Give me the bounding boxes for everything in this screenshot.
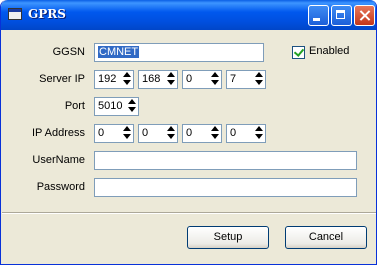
gprs-dialog: GPRS GGSN CMNET Enabled Server IP 192 16…	[0, 0, 377, 265]
ggsn-label: GGSN	[52, 46, 85, 58]
title-bar[interactable]: GPRS	[1, 0, 376, 30]
server-ip-octet-2: 168	[142, 73, 161, 85]
spin-arrows-icon[interactable]	[166, 72, 176, 87]
port-spinner[interactable]: 5010	[94, 97, 139, 116]
separator	[2, 212, 376, 214]
spin-arrows-icon[interactable]	[166, 126, 176, 141]
password-label: Password	[36, 181, 85, 193]
username-label: UserName	[32, 154, 85, 166]
ggsn-value: CMNET	[98, 46, 140, 58]
window-title: GPRS	[28, 7, 66, 21]
minimize-button[interactable]	[308, 5, 329, 26]
enabled-label[interactable]: Enabled	[309, 45, 349, 57]
setup-button[interactable]: Setup	[187, 226, 269, 249]
spin-arrows-icon[interactable]	[122, 126, 132, 141]
password-input[interactable]	[94, 178, 357, 197]
spin-arrows-icon[interactable]	[210, 126, 220, 141]
server-ip-octet-3: 0	[186, 73, 193, 85]
maximize-button[interactable]	[331, 5, 352, 26]
server-ip-octet-4-spinner[interactable]: 7	[226, 70, 266, 89]
spin-arrows-icon[interactable]	[254, 72, 264, 87]
server-ip-octet-1: 192	[98, 73, 117, 85]
spin-arrows-icon[interactable]	[254, 126, 264, 141]
server-ip-octet-3-spinner[interactable]: 0	[182, 70, 222, 89]
ip-address-octet-4: 0	[230, 127, 237, 139]
spin-arrows-icon[interactable]	[210, 72, 220, 87]
server-ip-octet-1-spinner[interactable]: 192	[94, 70, 134, 89]
window-app-icon[interactable]	[8, 8, 22, 20]
ip-address-octet-2: 0	[142, 127, 149, 139]
ip-address-octet-3-spinner[interactable]: 0	[182, 124, 222, 143]
ip-address-octet-4-spinner[interactable]: 0	[226, 124, 266, 143]
spin-arrows-icon[interactable]	[127, 99, 137, 114]
close-button[interactable]	[354, 5, 375, 26]
port-label: Port	[64, 100, 85, 112]
ip-address-octet-1: 0	[98, 127, 105, 139]
server-ip-octet-4: 7	[230, 73, 237, 85]
ip-address-label: IP Address	[32, 127, 85, 139]
cancel-button[interactable]: Cancel	[285, 226, 367, 249]
spin-arrows-icon[interactable]	[122, 72, 132, 87]
ip-address-octet-2-spinner[interactable]: 0	[138, 124, 178, 143]
ggsn-input[interactable]: CMNET	[94, 43, 264, 62]
server-ip-octet-2-spinner[interactable]: 168	[138, 70, 178, 89]
ip-address-octet-3: 0	[186, 127, 193, 139]
ip-address-octet-1-spinner[interactable]: 0	[94, 124, 134, 143]
server-ip-label: Server IP	[39, 73, 85, 85]
enabled-checkbox[interactable]	[292, 46, 305, 59]
username-input[interactable]	[94, 151, 357, 170]
port-value: 5010	[98, 100, 123, 112]
